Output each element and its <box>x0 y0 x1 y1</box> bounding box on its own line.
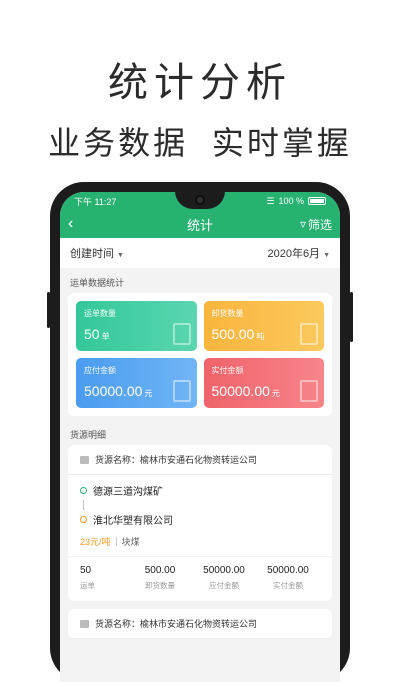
stat-label: 卸货数量 <box>211 309 244 318</box>
metric-value: 500.00 <box>144 565 176 576</box>
stat-value: 50000.00 <box>211 383 270 399</box>
chevron-left-icon[interactable]: ‹ <box>68 215 73 233</box>
stat-tile-payable-amount[interactable]: 应付金额 50000.00 元 <box>76 358 197 408</box>
source-name-label: 货源名称： <box>95 619 141 629</box>
phone-screen: 下午 11:27 ☰ 100 % ‹ 统计 ▿ 筛选 创建时间 ▼ 2020年6月… <box>60 192 340 682</box>
filter-button[interactable]: ▿ 筛选 <box>300 216 332 233</box>
status-time: 下午 11:27 <box>74 196 117 207</box>
stat-label: 运单数量 <box>84 309 116 318</box>
sort-dropdown-label: 创建时间 <box>70 248 114 260</box>
metric-paid: 50000.00 实付金额 <box>256 565 320 591</box>
metric-waybills: 50 运单 <box>80 565 128 591</box>
metric-unload-quantity: 500.00 卸货数量 <box>128 565 192 591</box>
phone-frame: 下午 11:27 ☰ 100 % ‹ 统计 ▿ 筛选 创建时间 ▼ 2020年6月… <box>47 182 353 682</box>
metric-label: 卸货数量 <box>145 581 175 590</box>
page-title: 统计 <box>186 217 213 233</box>
truck-icon <box>80 455 89 464</box>
metric-value: 50 <box>80 565 92 576</box>
truck-icon <box>80 619 89 628</box>
metric-label: 应付金额 <box>209 581 239 590</box>
stat-value: 50000.00 <box>84 383 143 399</box>
filter-label: 筛选 <box>307 217 332 232</box>
price-row: 23元/吨 块煤 <box>68 533 332 556</box>
source-card[interactable]: 货源名称：榆林市安通石化物资转运公司 <box>68 609 332 639</box>
metric-value: 50000.00 <box>203 565 245 576</box>
stat-unit: 吨 <box>256 332 265 341</box>
origin-dot-icon <box>80 487 87 494</box>
stat-tile-waybill-count[interactable]: 运单数量 50 单 <box>76 301 197 351</box>
stat-tile-paid-amount[interactable]: 实付金额 50000.00 元 <box>203 358 324 408</box>
document-icon <box>172 323 191 345</box>
sources-section-label: 货源明细 <box>70 430 107 440</box>
camera-icon <box>195 195 205 205</box>
stat-label: 实付金额 <box>211 366 244 375</box>
metric-payable: 50000.00 应付金额 <box>192 565 256 591</box>
wallet-icon <box>300 380 318 402</box>
stat-value: 50 <box>84 326 100 342</box>
stat-value: 500.00 <box>211 326 255 342</box>
source-card[interactable]: 货源名称：榆林市安通石化物资转运公司 德源三道沟煤矿 淮北华塑有限公司 23元/… <box>68 445 332 601</box>
caret-down-icon: ▼ <box>323 252 330 259</box>
cargo-type: 块煤 <box>121 537 140 547</box>
source-card-header: 货源名称：榆林市安通石化物资转运公司 <box>68 445 332 475</box>
battery-icon <box>308 197 326 205</box>
stat-tile-unload-quantity[interactable]: 卸货数量 500.00 吨 <box>203 301 324 351</box>
caret-down-icon: ▼ <box>117 252 124 259</box>
metric-value: 50000.00 <box>267 565 309 576</box>
stats-card: 运单数量 50 单 卸货数量 500.00 吨 应付金额 50000.00 元 实付金… <box>68 293 332 416</box>
metric-label: 实付金额 <box>273 581 303 590</box>
unit-price: 23元/吨 <box>80 537 111 547</box>
promo-subtitle: 业务数据 实时掌握 <box>48 125 352 161</box>
divider <box>115 537 117 546</box>
battery-percent: 100 % <box>278 196 304 206</box>
promo-title: 统计分析 <box>108 61 292 105</box>
wifi-icon: ☰ <box>266 195 275 206</box>
source-name-label: 货源名称： <box>95 455 141 465</box>
destination-name: 淮北华塑有限公司 <box>93 516 173 527</box>
destination-dot-icon <box>80 516 87 523</box>
route-connector <box>83 500 84 510</box>
funnel-icon: ▿ <box>299 217 306 231</box>
stat-unit: 元 <box>144 389 153 398</box>
route: 德源三道沟煤矿 淮北华塑有限公司 <box>68 475 332 533</box>
source-card-header: 货源名称：榆林市安通石化物资转运公司 <box>68 609 332 639</box>
phone-side-button <box>47 292 50 328</box>
metric-label: 运单 <box>80 581 95 590</box>
source-name: 榆林市安通石化物资转运公司 <box>140 455 258 465</box>
month-dropdown[interactable]: 2020年6月 ▼ <box>267 245 330 261</box>
box-icon <box>300 323 318 345</box>
source-name: 榆林市安通石化物资转运公司 <box>140 619 258 629</box>
stat-unit: 元 <box>271 389 280 398</box>
origin-name: 德源三道沟煤矿 <box>93 487 163 498</box>
sort-dropdown[interactable]: 创建时间 ▼ <box>70 245 124 261</box>
month-dropdown-label: 2020年6月 <box>267 248 321 260</box>
source-metrics: 50 运单 500.00 卸货数量 50000.00 应付金额 50000.00… <box>68 556 332 601</box>
yuan-icon <box>172 380 191 402</box>
filter-bar: 创建时间 ▼ 2020年6月 ▼ <box>60 238 340 268</box>
stats-section-label: 运单数据统计 <box>70 278 125 288</box>
stat-label: 应付金额 <box>84 366 116 375</box>
nav-bar: ‹ 统计 ▿ 筛选 <box>60 210 340 238</box>
phone-side-button <box>350 292 353 342</box>
stat-unit: 单 <box>101 332 110 341</box>
